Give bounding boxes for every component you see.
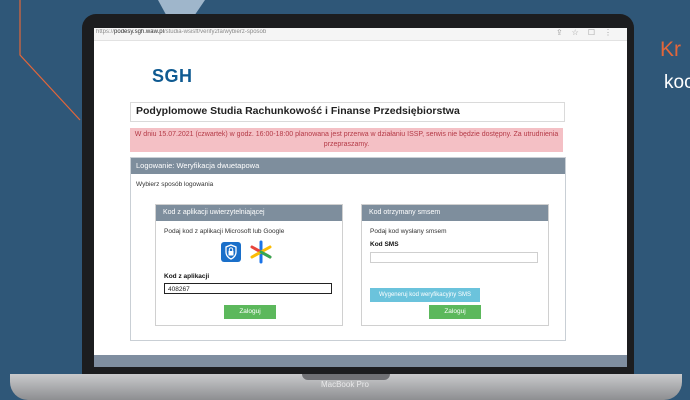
browser-screen: https://podesy.sgh.waw.pl/studia-wsisff/… xyxy=(94,28,627,367)
program-title: Podyplomowe Studia Rachunkowość i Finans… xyxy=(136,105,460,117)
sms-login-button[interactable]: Zaloguj xyxy=(429,305,481,319)
sgh-logo[interactable]: SGH xyxy=(152,66,193,87)
page-footer-bar xyxy=(94,355,627,367)
app-login-button[interactable]: Zaloguj xyxy=(224,305,276,319)
app-card-title: Kod z aplikacji uwierzytelniającej xyxy=(156,205,342,221)
microsoft-authenticator-icon xyxy=(221,242,241,262)
panel-title: Logowanie: Weryfikacja dwuetapowa xyxy=(131,158,565,174)
promo-subheading: koc xyxy=(664,72,690,93)
sms-hint: Podaj kod wysłany smsem xyxy=(370,228,447,235)
generate-sms-button[interactable]: Wygeneruj kod weryfikacyjny SMS xyxy=(370,288,480,302)
share-icon[interactable]: ⇪ xyxy=(556,28,572,37)
sms-code-card: Kod otrzymany smsem Podaj kod wysłany sm… xyxy=(361,204,549,326)
extensions-icon[interactable]: ☐ xyxy=(588,28,604,37)
promo-heading: Kr xyxy=(660,38,681,61)
login-panel: Logowanie: Weryfikacja dwuetapowa Wybier… xyxy=(130,157,566,341)
app-code-card: Kod z aplikacji uwierzytelniającej Podaj… xyxy=(155,204,343,326)
app-hint: Podaj kod z aplikacji Microsoft lub Goog… xyxy=(164,228,285,235)
address-bar[interactable]: https://podesy.sgh.waw.pl/studia-wsisff/… xyxy=(94,28,627,41)
macbook-label: MacBook Pro xyxy=(320,380,370,389)
maintenance-alert: W dniu 15.07.2021 (czwartek) w godz. 16:… xyxy=(130,128,563,152)
menu-icon[interactable]: ⋮ xyxy=(604,28,621,37)
sms-card-title: Kod otrzymany smsem xyxy=(362,205,548,221)
browser-toolbar-icons[interactable]: ⇪☆☐⋮ xyxy=(556,28,621,37)
sms-code-label: Kod SMS xyxy=(370,241,399,248)
app-code-input[interactable]: 408267 xyxy=(164,283,332,294)
app-code-label: Kod z aplikacji xyxy=(164,273,210,280)
program-title-box: Podyplomowe Studia Rachunkowość i Finans… xyxy=(130,102,565,122)
google-authenticator-icon xyxy=(249,240,273,264)
sms-code-input[interactable] xyxy=(370,252,538,263)
choose-method-label: Wybierz sposób logowania xyxy=(136,181,214,188)
url-text[interactable]: https://podesy.sgh.waw.pl/studia-wsisff/… xyxy=(96,29,296,35)
star-icon[interactable]: ☆ xyxy=(572,28,588,37)
